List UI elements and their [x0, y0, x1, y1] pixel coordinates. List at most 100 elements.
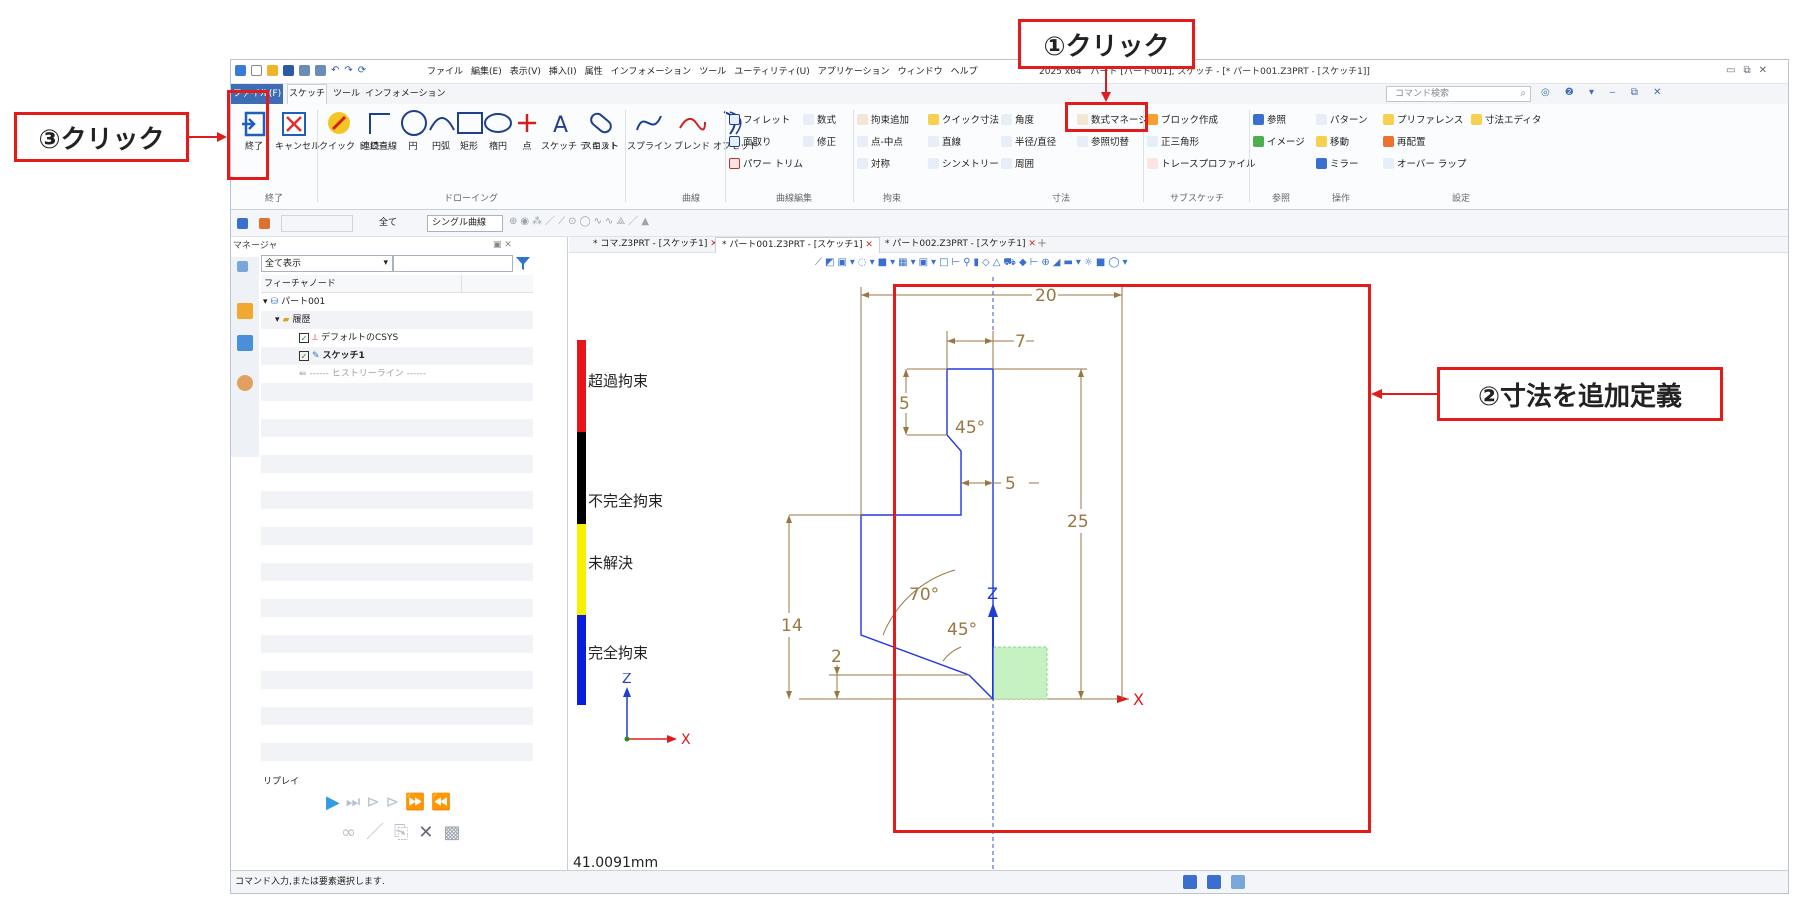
- rectangle-button[interactable]: 矩形: [455, 108, 483, 152]
- open-folder-icon[interactable]: [267, 65, 278, 76]
- image-button[interactable]: イメージ: [1253, 134, 1305, 148]
- symmetric-button[interactable]: 対称: [857, 156, 890, 170]
- blend-button[interactable]: ブレンド: [673, 108, 711, 152]
- arc-button[interactable]: 円弧: [427, 108, 455, 152]
- menu-help[interactable]: ヘルプ: [951, 67, 978, 77]
- view-tab-icon[interactable]: [237, 335, 253, 351]
- polyline-button[interactable]: 連続直線: [361, 108, 397, 152]
- symmetry-button[interactable]: シンメトリー: [928, 156, 999, 170]
- dimension-editor-button[interactable]: 寸法エディタ: [1471, 112, 1541, 126]
- rebuild-icon[interactable]: ⟳: [358, 65, 366, 77]
- block-create-button[interactable]: ブロック作成: [1147, 112, 1218, 126]
- checkbox-checked-icon[interactable]: ✓: [299, 351, 309, 362]
- panel-icon[interactable]: [1231, 875, 1245, 889]
- tree-node-sketch[interactable]: ✓ ✎ スケッチ1: [299, 351, 365, 362]
- monitor-icon[interactable]: [1207, 875, 1221, 889]
- menu-utility[interactable]: ユーティリティ(U): [734, 67, 810, 77]
- preference-button[interactable]: プリファレンス: [1383, 112, 1463, 126]
- perimeter-button[interactable]: 周囲: [1001, 156, 1034, 170]
- fillet-button[interactable]: フィレット: [729, 112, 790, 126]
- ellipse-button[interactable]: 楕円: [483, 108, 513, 152]
- help-icons[interactable]: ◎ ❷ ▾ ‒ ⧉ ✕: [1541, 87, 1668, 99]
- overlap-button[interactable]: オーバー ラップ: [1383, 156, 1466, 170]
- quick-dimension-button[interactable]: クイック寸法: [928, 112, 999, 126]
- reference-toggle-button[interactable]: 参照切替: [1077, 134, 1129, 148]
- undo-icon[interactable]: ↶: [331, 65, 339, 77]
- relocate-button[interactable]: 再配置: [1383, 134, 1426, 148]
- pattern-button[interactable]: パターン: [1316, 112, 1368, 126]
- replace-icon[interactable]: ⎘: [394, 822, 408, 844]
- play-icon[interactable]: ▶: [326, 792, 340, 814]
- chamfer-button[interactable]: 面取り: [729, 134, 772, 148]
- window-controls[interactable]: ▭⧉✕: [1726, 65, 1775, 77]
- trace-profile-button[interactable]: トレースプロファイル: [1147, 156, 1256, 170]
- tab-information[interactable]: インフォメーション: [365, 89, 446, 99]
- print-icon[interactable]: [315, 65, 326, 76]
- menu-application[interactable]: アプリケーション: [818, 67, 890, 77]
- redo-icon[interactable]: ↷: [344, 65, 352, 77]
- mirror-button[interactable]: ミラー: [1316, 156, 1359, 170]
- slot-button[interactable]: スロット: [583, 108, 619, 152]
- tree-node-part[interactable]: ▾ ⛁ パート001: [263, 297, 325, 307]
- tab-tools[interactable]: ツール: [333, 89, 360, 99]
- layout-icon[interactable]: [1183, 875, 1197, 889]
- new-file-icon[interactable]: [251, 65, 262, 76]
- filter-funnel-icon[interactable]: [515, 255, 531, 271]
- user-tab-icon[interactable]: [237, 375, 253, 391]
- menu-view[interactable]: 表示(V): [510, 67, 541, 77]
- save-all-icon[interactable]: [299, 65, 310, 76]
- point-button[interactable]: 点: [515, 108, 539, 152]
- command-search-input[interactable]: コマンド検索 ⌕: [1386, 86, 1531, 102]
- menu-attribute[interactable]: 属性: [585, 67, 603, 77]
- step-forward-icon[interactable]: ⏭: [346, 792, 360, 814]
- angle-button[interactable]: 角度: [1001, 112, 1034, 126]
- chart-filter-icon[interactable]: [259, 218, 270, 229]
- menu-edit[interactable]: 編集(E): [471, 67, 502, 77]
- tree-node-history[interactable]: ▾ ▰ 履歴: [275, 315, 310, 325]
- move-button[interactable]: 移動: [1316, 134, 1349, 148]
- menu-file[interactable]: ファイル: [427, 67, 463, 77]
- part-tab-icon[interactable]: [237, 303, 253, 319]
- menu-information[interactable]: インフォメーション: [611, 67, 692, 77]
- tree-search-input[interactable]: [393, 255, 513, 272]
- menu-tools[interactable]: ツール: [699, 67, 726, 77]
- spline-button[interactable]: スプライン: [627, 108, 672, 152]
- sketch-text-button[interactable]: A スケッチ テ キスト: [541, 108, 618, 152]
- quick-draw-button[interactable]: クイック ド ロー: [319, 108, 388, 152]
- save-icon[interactable]: [283, 65, 294, 76]
- modify-button[interactable]: 修正: [803, 134, 836, 148]
- suppress-icon[interactable]: ▩: [444, 822, 461, 844]
- checkbox-checked-icon[interactable]: ✓: [299, 333, 309, 344]
- dimension-2[interactable]: 2: [831, 647, 842, 667]
- reference-button[interactable]: 参照: [1253, 112, 1286, 126]
- circle-button[interactable]: 円: [399, 108, 427, 152]
- selection-tool-icons[interactable]: ⊕◉⁂／⟋⊙◯∿∿⟁／▲: [509, 216, 652, 228]
- formula-button[interactable]: 数式: [803, 112, 836, 126]
- power-trim-button[interactable]: パワー トリム: [729, 156, 803, 170]
- step-in-icon[interactable]: ⊳: [386, 792, 399, 814]
- menu-window[interactable]: ウィンドウ: [898, 67, 943, 77]
- step-icon[interactable]: ⊳: [366, 792, 379, 814]
- filter-dropdown[interactable]: [281, 215, 353, 232]
- cancel-button[interactable]: キャンセル: [275, 110, 320, 152]
- tree-node-csys[interactable]: ✓ ⟂ デフォルトのCSYS: [299, 333, 398, 344]
- tab-sketch[interactable]: スケッチ: [287, 84, 327, 104]
- add-constraint-button[interactable]: 拘束追加: [857, 112, 909, 126]
- panel-controls[interactable]: ▣ ✕: [493, 240, 512, 250]
- filter-scope[interactable]: 全て: [379, 218, 397, 228]
- link-icon[interactable]: ∞: [341, 822, 356, 844]
- select-filter-icon[interactable]: [237, 218, 248, 229]
- line-constraint-button[interactable]: 直線: [928, 134, 961, 148]
- display-filter-select[interactable]: 全て表示 ▾: [261, 255, 393, 272]
- radius-diameter-button[interactable]: 半径/直径: [1001, 134, 1056, 148]
- history-line[interactable]: ⇚ ------ ヒストリーライン ------: [299, 369, 426, 379]
- triangle-button[interactable]: 正三角形: [1147, 134, 1199, 148]
- curve-mode-select[interactable]: シングル曲線: [427, 215, 503, 232]
- edit-icon[interactable]: ／: [366, 822, 384, 844]
- point-midpoint-button[interactable]: 点-中点: [857, 134, 903, 148]
- menu-insert[interactable]: 挿入(I): [549, 67, 577, 77]
- dimension-14[interactable]: 14: [781, 616, 803, 636]
- rewind-icon[interactable]: ⏪: [431, 792, 451, 814]
- history-tab-icon[interactable]: [237, 261, 248, 272]
- fast-forward-icon[interactable]: ⏩: [405, 792, 425, 814]
